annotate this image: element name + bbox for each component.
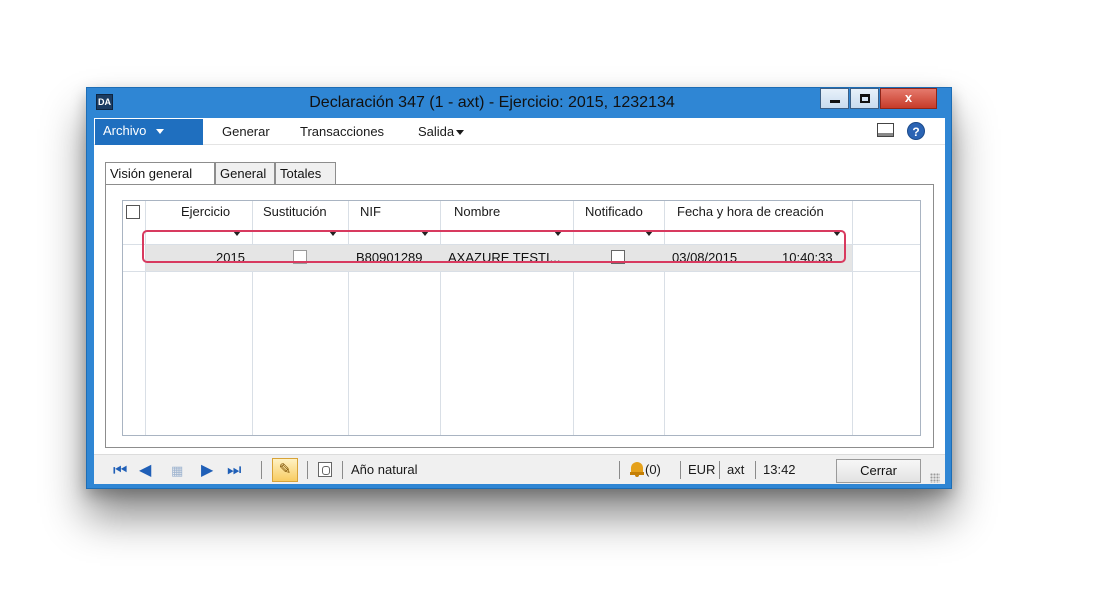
first-record-icon[interactable]: ⏮ (113, 463, 127, 479)
salida-label: Salida (418, 124, 455, 139)
company-code[interactable]: axt (727, 462, 744, 477)
minimize-button[interactable] (820, 88, 849, 109)
tab-vision-general[interactable]: Visión general (105, 162, 215, 186)
tab-panel-vision-general: Ejercicio Sustitución NIF Nombre Notific… (105, 184, 934, 448)
edit-pencil-icon[interactable]: ✎ (272, 458, 298, 482)
transacciones-menu-item[interactable]: Transacciones (300, 124, 384, 139)
status-separator (680, 461, 681, 479)
currency-code[interactable]: EUR (688, 462, 715, 477)
column-header-nombre[interactable]: Nombre (454, 201, 500, 223)
cerrar-button[interactable]: Cerrar (836, 459, 921, 483)
declaracion-347-window: DA Declaración 347 (1 - axt) - Ejercicio… (86, 87, 952, 489)
layout-icon[interactable] (877, 123, 894, 137)
resize-grip-icon[interactable] (930, 473, 940, 483)
status-separator (755, 461, 756, 479)
attachment-icon[interactable] (318, 462, 332, 477)
next-record-icon[interactable]: ▶ (201, 463, 213, 479)
grid-view-icon[interactable]: ▦ (171, 463, 183, 479)
minimize-icon (830, 100, 840, 103)
archivo-label: Archivo (103, 123, 147, 138)
close-button[interactable]: x (880, 88, 937, 109)
session-time: 13:42 (763, 462, 796, 477)
status-separator (619, 461, 620, 479)
app-icon[interactable]: DA (96, 94, 113, 110)
tab-totales[interactable]: Totales (275, 162, 336, 185)
maximize-icon (860, 94, 870, 103)
generar-menu-item[interactable]: Generar (222, 124, 270, 139)
column-header-sustitucion[interactable]: Sustitución (263, 201, 327, 223)
close-icon: x (904, 90, 913, 105)
action-pane: Archivo Generar Transacciones Salida ? (94, 118, 945, 145)
column-header-notificado[interactable]: Notificado (585, 201, 643, 223)
title-bar[interactable]: DA Declaración 347 (1 - axt) - Ejercicio… (87, 88, 951, 118)
column-header-fecha-creacion[interactable]: Fecha y hora de creación (677, 201, 824, 223)
help-icon[interactable]: ? (907, 122, 925, 140)
grid-header-row: Ejercicio Sustitución NIF Nombre Notific… (123, 201, 920, 223)
previous-record-icon[interactable]: ◀ (139, 463, 151, 479)
alerts-count[interactable]: (0) (645, 462, 661, 477)
status-bar: ⏮ ◀ ▦ ▶ ⏭ ✎ Año natural (0) EUR axt 13:4… (94, 454, 945, 484)
status-separator (261, 461, 262, 479)
window-client-area: Archivo Generar Transacciones Salida ? V… (94, 118, 945, 484)
window-title: Declaración 347 (1 - axt) - Ejercicio: 2… (309, 94, 675, 111)
column-header-nif[interactable]: NIF (360, 201, 381, 223)
last-record-icon[interactable]: ⏭ (227, 463, 241, 479)
status-separator (342, 461, 343, 479)
archivo-menu-button[interactable]: Archivo (95, 119, 203, 145)
chevron-down-icon (156, 129, 165, 135)
maximize-button[interactable] (850, 88, 879, 109)
column-header-ejercicio[interactable]: Ejercicio (181, 201, 230, 223)
chevron-down-icon (456, 130, 465, 136)
select-all-checkbox[interactable] (126, 205, 140, 219)
bell-icon[interactable] (630, 462, 644, 477)
salida-menu-item[interactable]: Salida (418, 124, 465, 139)
row-divider (123, 271, 920, 272)
tab-general[interactable]: General (215, 162, 275, 185)
selected-row-highlight (142, 230, 846, 263)
status-separator (719, 461, 720, 479)
status-separator (307, 461, 308, 479)
period-type-text: Año natural (351, 462, 418, 477)
